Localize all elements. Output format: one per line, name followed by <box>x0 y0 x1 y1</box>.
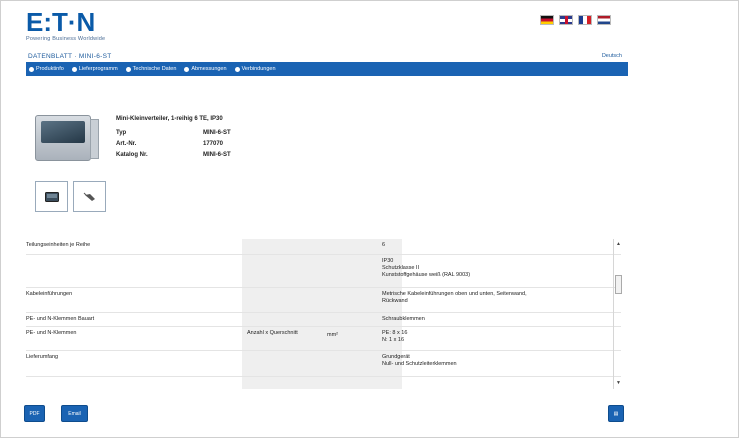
logo-wordmark: E:T·N <box>26 7 96 37</box>
nav-item-verbindungen[interactable]: Verbindungen <box>234 66 276 72</box>
nav-item-label: Verbindungen <box>241 66 276 72</box>
bullet-icon <box>184 66 190 72</box>
enclosure-window <box>41 121 85 143</box>
nav-item-label: Lieferprogramm <box>78 66 118 72</box>
spec-label: Teilungseinheiten je Reihe <box>26 242 91 248</box>
nav-item-technische-daten[interactable]: Technische Daten <box>125 66 177 72</box>
art-value: 177070 <box>203 140 224 147</box>
nav-item-lieferprogramm[interactable]: Lieferprogramm <box>71 66 118 72</box>
spec-value-line: Null- und Schutzleiterklemmen <box>382 361 457 367</box>
datasheet-window: E:T·N Powering Business Worldwide DATENB… <box>0 0 739 438</box>
email-button[interactable]: Email <box>61 405 88 422</box>
spec-value-line: Rückwand <box>382 298 408 304</box>
flag-gb-icon[interactable] <box>559 15 573 25</box>
product-description: Mini-Kleinverteiler, 1-reihig 6 TE, IP30 <box>116 116 223 122</box>
table-row: Kabeleinführungen Metrische Kabeleinführ… <box>26 288 621 313</box>
spec-value: Metrische Kabeleinführungen oben und unt… <box>382 291 612 305</box>
spec-value-line: Schraubklemmen <box>382 316 425 322</box>
spec-label: PE- und N-Klemmen <box>26 330 77 336</box>
spec-value: PE: 8 x 16 N: 1 x 16 <box>382 330 612 344</box>
nav-item-produktinfo[interactable]: Produktinfo <box>29 66 64 72</box>
thumbnail-product[interactable] <box>35 181 68 212</box>
spec-value-line: 6 <box>382 242 386 248</box>
thumbnail-strip <box>35 181 106 212</box>
spec-value: Schraubklemmen <box>382 316 612 323</box>
type-label: Typ <box>116 129 127 136</box>
spec-label: PE- und N-Klemmen Bauart <box>26 316 95 322</box>
table-row: Teilungseinheiten je Reihe 6 <box>26 239 621 255</box>
drawing-thumb-icon <box>83 192 95 201</box>
table-row: Lieferumfang Grundgerät Null- und Schutz… <box>26 351 621 377</box>
spec-value: 6 <box>382 242 612 249</box>
table-row: PE- und N-Klemmen Bauart Schraubklemmen <box>26 313 621 327</box>
catalog-value: MINI-6-ST <box>203 151 231 158</box>
spec-value-line: PE: 8 x 16 <box>382 330 408 336</box>
spec-label: Lieferumfang <box>26 354 59 360</box>
spec-table: Teilungseinheiten je Reihe 6 IP30 Schutz… <box>26 239 626 389</box>
table-scrollbar[interactable]: ▲ ▼ <box>613 239 623 389</box>
info-row-type: Typ MINI-6-ST <box>116 127 231 138</box>
spec-value-line: Metrische Kabeleinführungen oben und unt… <box>382 291 527 297</box>
nav-item-label: Technische Daten <box>132 66 177 72</box>
catalog-label: Katalog Nr. <box>116 151 148 158</box>
pdf-button[interactable]: PDF <box>24 405 45 422</box>
enclosure-body <box>35 115 91 161</box>
spec-qualifier: Anzahl x Querschnitt <box>247 330 298 336</box>
table-row: PE- und N-Klemmen Anzahl x Querschnitt m… <box>26 327 621 351</box>
flag-fr-icon[interactable] <box>578 15 592 25</box>
enclosure-thumb-icon <box>44 191 59 202</box>
eaton-logo: E:T·N Powering Business Worldwide <box>26 9 146 43</box>
nav-bar: Produktinfo Lieferprogramm Technische Da… <box>26 62 628 76</box>
type-value: MINI-6-ST <box>203 129 231 136</box>
info-row-catalog: Katalog Nr. MINI-6-ST <box>116 149 231 160</box>
thumbnail-drawing[interactable] <box>73 181 106 212</box>
sheet-title: DATENBLATT · MINI-6-ST <box>28 53 112 60</box>
scroll-down-icon[interactable]: ▼ <box>616 380 621 386</box>
bullet-icon <box>71 66 77 72</box>
enclosure-side <box>90 119 99 159</box>
spec-value-line: IP30 <box>382 258 394 264</box>
info-row-art: Art.-Nr. 177070 <box>116 138 231 149</box>
scroll-up-icon[interactable]: ▲ <box>616 241 621 247</box>
art-label: Art.-Nr. <box>116 140 137 147</box>
logo-tagline: Powering Business Worldwide <box>26 36 106 42</box>
spec-value: IP30 Schutzklasse II Kunststoffgehäuse w… <box>382 258 612 279</box>
spec-value-line: Schutzklasse II <box>382 265 419 271</box>
language-flags <box>540 15 611 25</box>
bullet-icon <box>29 66 34 72</box>
nav-item-label: Abmessungen <box>191 66 227 72</box>
table-row: IP30 Schutzklasse II Kunststoffgehäuse w… <box>26 255 621 288</box>
spec-value: Grundgerät Null- und Schutzleiterklemmen <box>382 354 612 368</box>
language-link[interactable]: Deutsch <box>602 53 622 59</box>
bullet-icon <box>125 66 131 72</box>
spec-label: Kabeleinführungen <box>26 291 73 297</box>
product-info: Mini-Kleinverteiler, 1-reihig 6 TE, IP30… <box>116 116 231 160</box>
print-button[interactable]: ▤ <box>608 405 624 422</box>
product-image <box>35 113 105 168</box>
flag-de-icon[interactable] <box>540 15 554 25</box>
bullet-icon <box>234 66 240 72</box>
spec-value-line: N: 1 x 16 <box>382 337 405 343</box>
spec-unit: mm² <box>327 332 338 338</box>
nav-item-label: Produktinfo <box>36 66 64 72</box>
spec-value-line: Grundgerät <box>382 354 410 360</box>
spec-value-line: Kunststoffgehäuse weiß (RAL 9003) <box>382 272 471 278</box>
flag-nl-icon[interactable] <box>597 15 611 25</box>
nav-item-abmessungen[interactable]: Abmessungen <box>184 66 227 72</box>
scroll-thumb[interactable] <box>615 275 622 294</box>
